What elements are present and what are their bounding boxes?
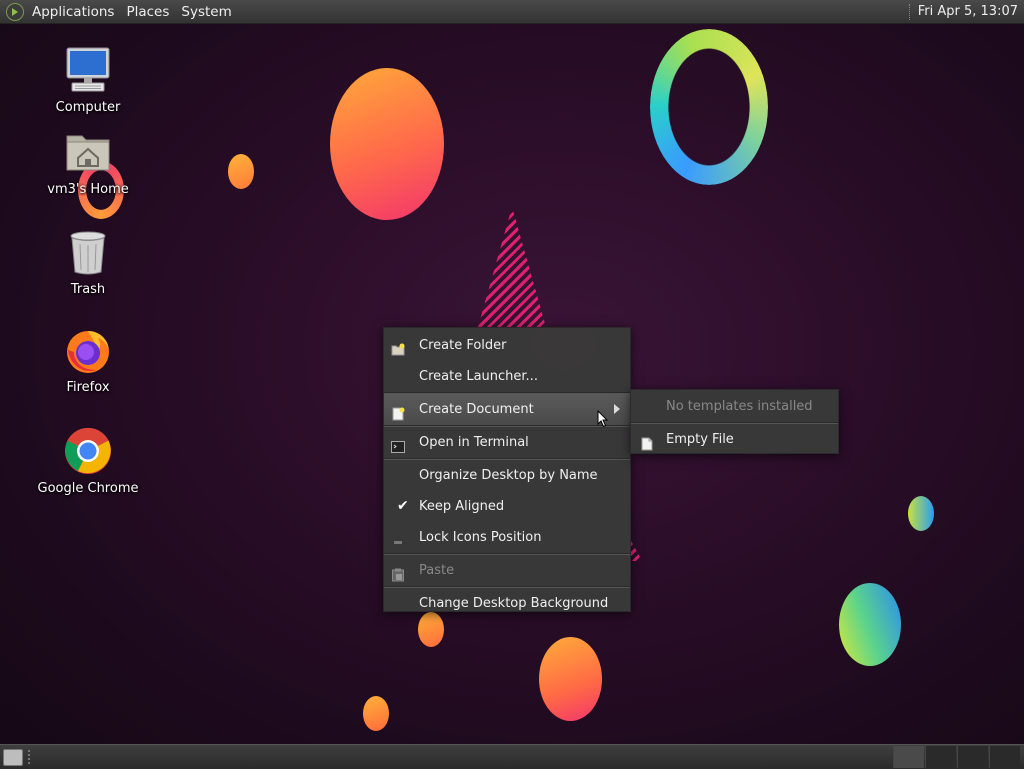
decor-ring [650,29,768,185]
menu-item-organize-by-name[interactable]: Organize Desktop by Name [384,460,630,491]
panel-grip-handle[interactable] [28,750,33,764]
menu-item-open-terminal[interactable]: Open in Terminal [384,427,630,458]
desktop-icon-trash[interactable]: Trash [33,228,143,297]
decor-blob [539,637,602,721]
decor-blob [228,154,254,189]
desktop-icon-label: Firefox [66,380,110,395]
firefox-icon [64,326,112,374]
terminal-icon [391,435,405,453]
submenu-item-no-templates: No templates installed [666,399,813,414]
clock[interactable]: Fri Apr 5, 13:07 [918,4,1024,19]
decor-blob [839,583,901,666]
workspace-4[interactable] [989,746,1020,768]
places-menu[interactable]: Places [120,0,175,24]
workspace-1[interactable] [893,746,924,768]
panel-separator [908,3,912,20]
decor-blob [363,696,389,731]
menu-item-create-document[interactable]: Create Document [384,394,630,425]
desktop-icon-chrome[interactable]: Google Chrome [33,427,143,496]
desktop-icon-home[interactable]: vm3's Home [33,128,143,197]
file-icon [640,432,654,451]
bottom-panel [0,744,1024,769]
home-folder-icon [64,128,112,176]
lock-icon [391,530,405,544]
menu-item-keep-aligned[interactable]: ✔ Keep Aligned [384,491,630,522]
menu-item-lock-icons[interactable]: Lock Icons Position [384,522,630,553]
decor-stripes [478,207,546,327]
paste-icon [391,563,405,582]
show-desktop-icon[interactable] [3,749,23,766]
menu-item-change-background[interactable]: Change Desktop Background [384,588,630,619]
desktop-icon-computer[interactable]: Computer [33,46,143,115]
computer-icon [64,46,112,94]
desktop-context-menu: Create Folder Create Launcher... Create … [383,327,631,612]
desktop-icon-label: Trash [70,282,106,297]
applications-menu-label: Applications [32,3,115,20]
menu-item-paste[interactable]: Paste [384,555,630,586]
submenu-item-empty-file[interactable]: Empty File [631,424,838,455]
desktop-icon-label: Google Chrome [37,481,139,496]
menu-item-create-folder[interactable]: Create Folder [384,330,630,361]
desktop-icon-label: Computer [55,100,121,115]
workspace-2[interactable] [925,746,956,768]
system-menu[interactable]: System [175,0,237,24]
submenu-arrow-icon [614,404,620,414]
desktop-icon-firefox[interactable]: Firefox [33,326,143,395]
applications-menu[interactable]: Applications [0,0,120,24]
check-icon: ✔ [397,498,409,514]
create-document-submenu: No templates installed Empty File [630,389,839,454]
trash-icon [64,228,112,276]
menu-item-create-launcher[interactable]: Create Launcher... [384,361,630,392]
folder-new-icon [391,338,405,356]
document-new-icon [391,402,405,421]
decor-blob [908,496,934,531]
desktop-icon-label: vm3's Home [47,182,129,197]
chrome-icon [64,427,112,475]
workspace-3[interactable] [957,746,988,768]
decor-blob [330,68,444,220]
top-panel: Applications Places System Fri Apr 5, 13… [0,0,1024,24]
mint-logo-icon [6,2,24,21]
